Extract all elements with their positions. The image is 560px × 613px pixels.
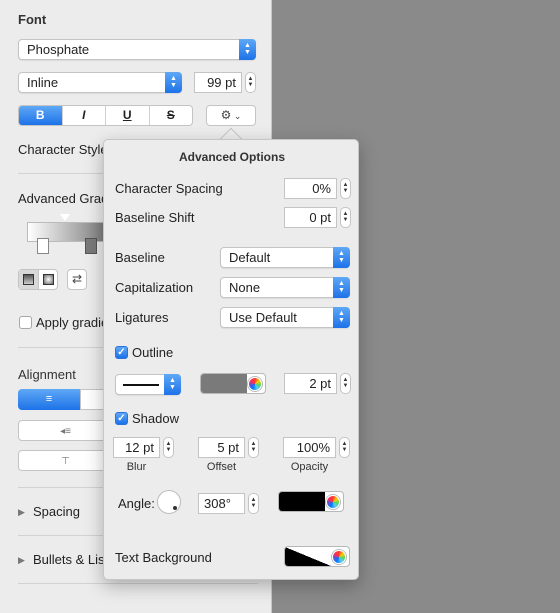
font-style-value: Inline <box>27 75 59 90</box>
strikethrough-button[interactable]: S <box>148 106 193 125</box>
character-spacing-field[interactable]: 0% <box>284 178 337 199</box>
no-fill-swatch <box>285 547 331 566</box>
gradient-stop-right[interactable] <box>85 238 97 254</box>
popup-arrows-icon: ▲ ▼ <box>333 277 350 298</box>
gradient-type-control <box>18 269 58 290</box>
swap-gradient-button[interactable]: ⇄ <box>67 269 87 290</box>
align-left-icon: ≡ <box>45 393 53 405</box>
popup-arrows-icon: ▲ ▼ <box>333 247 350 268</box>
shadow-label: Shadow <box>132 411 179 426</box>
character-spacing-label: Character Spacing <box>115 181 223 196</box>
bold-button[interactable]: B <box>19 106 62 125</box>
spacing-section-label[interactable]: Spacing <box>33 504 80 519</box>
align-left-button[interactable]: ≡ <box>18 389 80 410</box>
character-styles-label: Character Style <box>18 142 108 157</box>
bullets-section-label[interactable]: Bullets & Lis <box>33 552 105 567</box>
align-top-button[interactable]: ⊤ <box>18 450 113 471</box>
underline-button[interactable]: U <box>105 106 149 125</box>
advanced-gradient-label: Advanced Grad <box>18 191 109 206</box>
shadow-opacity-label: Opacity <box>290 461 329 473</box>
apply-gradient-checkbox[interactable] <box>19 316 32 329</box>
italic-button[interactable]: I <box>61 106 106 125</box>
color-wheel-icon[interactable] <box>332 550 346 564</box>
baseline-value: Default <box>229 250 271 265</box>
disclosure-triangle-icon[interactable]: ▶ <box>18 555 25 566</box>
chevron-down-icon: ⌄ <box>231 111 242 121</box>
decrease-indent-button[interactable]: ◂≡ <box>18 420 113 441</box>
outline-checkbox[interactable]: ✓ <box>115 346 128 359</box>
swap-arrows-icon: ⇄ <box>71 272 83 286</box>
gradient-midpoint-handle[interactable] <box>60 214 70 221</box>
shadow-offset-stepper[interactable]: ▲ ▼ <box>248 437 259 458</box>
shadow-angle-dial[interactable] <box>157 490 181 514</box>
popup-arrows-icon: ▲ ▼ <box>164 374 181 395</box>
outline-width-field[interactable]: 2 pt <box>284 373 337 394</box>
ligatures-label: Ligatures <box>115 310 169 325</box>
shadow-angle-label: Angle: <box>118 496 155 511</box>
shadow-opacity-field[interactable]: 100% <box>283 437 336 458</box>
advanced-options-button[interactable]: ⚙ ⌄ <box>206 105 256 126</box>
align-top-icon: ⊤ <box>61 456 70 467</box>
color-wheel-icon[interactable] <box>248 377 262 391</box>
popup-arrows-icon: ▲ ▼ <box>333 307 350 328</box>
shadow-blur-label: Blur <box>126 461 147 473</box>
advanced-options-popover: Advanced Options Character Spacing 0% ▲ ▼… <box>103 139 359 580</box>
solid-line-icon <box>123 384 159 386</box>
popup-arrows-icon: ▲ ▼ <box>165 72 182 93</box>
popover-title: Advanced Options <box>178 150 285 164</box>
linear-gradient-icon <box>23 274 34 285</box>
text-background-label: Text Background <box>115 550 212 565</box>
color-wheel-icon[interactable] <box>326 495 340 509</box>
outline-line-style-popup[interactable]: ▲ ▼ <box>115 374 181 395</box>
popup-arrows-icon: ▲ ▼ <box>239 39 256 60</box>
outline-color-swatch <box>201 374 247 393</box>
radial-gradient-button[interactable] <box>39 270 58 289</box>
text-background-color-well[interactable] <box>284 546 350 567</box>
linear-gradient-button[interactable] <box>19 270 39 289</box>
shadow-blur-field[interactable]: 12 pt <box>113 437 160 458</box>
decrease-indent-icon: ◂≡ <box>60 426 71 437</box>
font-size-field[interactable]: 99 pt <box>194 72 242 93</box>
alignment-heading: Alignment <box>18 367 76 382</box>
outline-label: Outline <box>132 345 174 360</box>
shadow-blur-stepper[interactable]: ▲ ▼ <box>163 437 174 458</box>
shadow-offset-label: Offset <box>206 461 237 473</box>
ligatures-value: Use Default <box>229 310 297 325</box>
shadow-color-swatch <box>279 492 325 511</box>
font-heading: Font <box>18 12 47 27</box>
shadow-angle-stepper[interactable]: ▲ ▼ <box>248 493 259 514</box>
shadow-angle-field[interactable]: 308° <box>198 493 245 514</box>
shadow-checkbox[interactable]: ✓ <box>115 412 128 425</box>
shadow-opacity-stepper[interactable]: ▲ ▼ <box>339 437 350 458</box>
outline-width-stepper[interactable]: ▲ ▼ <box>340 373 351 394</box>
character-spacing-stepper[interactable]: ▲ ▼ <box>340 178 351 199</box>
radial-gradient-icon <box>42 274 54 285</box>
capitalization-popup[interactable]: None ▲ ▼ <box>220 277 350 298</box>
capitalization-label: Capitalization <box>115 280 194 295</box>
font-family-value: Phosphate <box>27 42 90 57</box>
baseline-shift-stepper[interactable]: ▲ ▼ <box>340 207 351 228</box>
baseline-label: Baseline <box>115 250 165 265</box>
font-family-popup[interactable]: Phosphate ▲ ▼ <box>18 39 256 60</box>
ligatures-popup[interactable]: Use Default ▲ ▼ <box>220 307 350 328</box>
capitalization-value: None <box>229 280 261 295</box>
baseline-popup[interactable]: Default ▲ ▼ <box>220 247 350 268</box>
divider <box>18 583 258 584</box>
apply-gradient-label: Apply gradie <box>36 315 109 330</box>
outline-color-well[interactable] <box>200 373 266 394</box>
gradient-stop-left[interactable] <box>37 238 49 254</box>
baseline-shift-field[interactable]: 0 pt <box>284 207 337 228</box>
shadow-offset-field[interactable]: 5 pt <box>198 437 245 458</box>
angle-indicator-dot <box>173 506 177 510</box>
gear-icon: ⚙ <box>220 108 232 122</box>
baseline-shift-label: Baseline Shift <box>115 210 195 225</box>
font-style-popup[interactable]: Inline ▲ ▼ <box>18 72 182 93</box>
font-size-stepper[interactable]: ▲ ▼ <box>245 72 256 93</box>
shadow-color-well[interactable] <box>278 491 344 512</box>
disclosure-triangle-icon[interactable]: ▶ <box>18 507 25 518</box>
text-style-segmented-control: B I U S <box>18 105 193 126</box>
